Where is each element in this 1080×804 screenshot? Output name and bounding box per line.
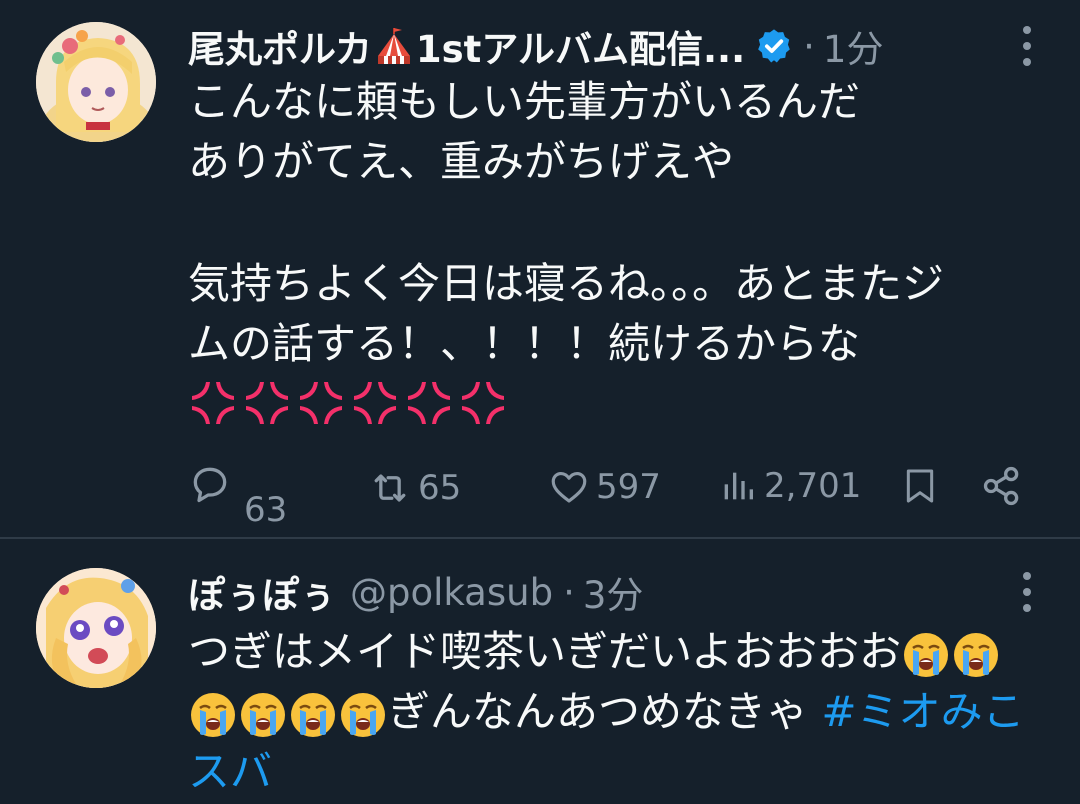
loudly-crying-face-icon — [901, 630, 951, 680]
tweet[interactable]: 尾丸ポルカ 1stアルバム配信... · 1分 こんなに頼もしい先輩方がいるんだ… — [0, 0, 1080, 538]
author-name[interactable]: 尾丸ポルカ — [188, 19, 372, 73]
retweet-button[interactable]: 65 — [368, 466, 461, 510]
circus-tent-icon — [374, 26, 414, 66]
tweet-text: こんなに頼もしい先輩方がいるんだ ありがてえ、重みがちげえや 気持ちよく今日は寝… — [188, 72, 1048, 428]
tweet-text-line: ありがてえ、重みがちげえや — [188, 137, 735, 186]
timestamp[interactable]: 1分 — [823, 19, 884, 73]
bookmark-button[interactable] — [900, 464, 940, 508]
hashtag-link[interactable]: #ミオみこ — [821, 687, 1024, 736]
view-count: 2,701 — [764, 466, 862, 506]
timestamp[interactable]: 3分 — [583, 565, 644, 619]
like-count: 597 — [596, 467, 661, 507]
verified-badge-icon — [755, 27, 793, 65]
tweet-header: 尾丸ポルカ 1stアルバム配信... · 1分 — [188, 20, 1040, 72]
tweet-text-line: 気持ちよく今日は寝るね。。。あとまたジ — [188, 259, 945, 308]
share-button[interactable] — [980, 464, 1024, 508]
separator-dot: · — [563, 570, 575, 614]
tweet-text-line: こんなに頼もしい先輩方がいるんだ — [188, 77, 861, 126]
views-button[interactable]: 2,701 — [718, 466, 861, 506]
reply-icon — [193, 467, 227, 503]
avatar-image — [36, 568, 156, 688]
reply-button[interactable]: 63 — [188, 462, 287, 530]
tweet[interactable]: ぽぅぽぅ @polkasub · 3分 つぎはメイド喫茶いぎだいよおおおお ぎん… — [0, 538, 1080, 804]
tweet-text-line: ムの話する！、！！！続けるからな — [188, 319, 861, 368]
like-button[interactable]: 597 — [548, 466, 661, 508]
avatar[interactable] — [36, 568, 156, 688]
tweet-text-segment: つぎはメイド喫茶いぎだいよおおおお — [188, 627, 902, 676]
reply-count: 63 — [244, 490, 288, 530]
tweet-header: ぽぅぽぅ @polkasub · 3分 — [188, 566, 1040, 618]
author-name[interactable]: ぽぅぽぅ — [188, 565, 336, 619]
loudly-crying-face-icon — [951, 630, 1001, 680]
author-name-suffix[interactable]: 1stアルバム配信... — [416, 19, 745, 73]
more-options-icon[interactable] — [1020, 26, 1034, 66]
anger-symbol-icon — [404, 378, 454, 428]
tweet-text-line: スバ — [188, 742, 1048, 802]
tweet-actions: 63 65 597 2,701 — [0, 456, 1080, 530]
anger-emoji-row — [188, 378, 1048, 428]
anger-symbol-icon — [350, 378, 400, 428]
avatar-image — [36, 22, 156, 142]
retweet-icon — [374, 474, 406, 502]
avatar[interactable] — [36, 22, 156, 142]
heart-icon — [551, 471, 587, 503]
anger-symbol-icon — [296, 378, 346, 428]
bar-chart-icon — [724, 472, 753, 500]
anger-symbol-icon — [188, 378, 238, 428]
retweet-count: 65 — [418, 468, 462, 508]
tweet-text-line: つぎはメイド喫茶いぎだいよおおおお — [188, 622, 1048, 682]
tweet-text-segment: ぎんなんあつめなきゃ — [388, 687, 809, 736]
loudly-crying-face-icon — [288, 690, 338, 740]
anger-symbol-icon — [458, 378, 508, 428]
tweet-text-line: ぎんなんあつめなきゃ #ミオみこ — [188, 682, 1048, 742]
share-icon — [983, 466, 1019, 506]
anger-symbol-icon — [242, 378, 292, 428]
hashtag-link-continued[interactable]: スバ — [188, 747, 272, 796]
loudly-crying-face-icon — [338, 690, 388, 740]
bookmark-icon — [906, 469, 934, 503]
tweet-text: つぎはメイド喫茶いぎだいよおおおお ぎんなんあつめなきゃ #ミオみこ スバ — [188, 622, 1048, 802]
separator-dot: · — [803, 24, 815, 68]
author-handle[interactable]: @polkasub — [350, 571, 553, 614]
loudly-crying-face-icon — [238, 690, 288, 740]
loudly-crying-face-icon — [188, 690, 238, 740]
more-options-icon[interactable] — [1020, 572, 1034, 612]
